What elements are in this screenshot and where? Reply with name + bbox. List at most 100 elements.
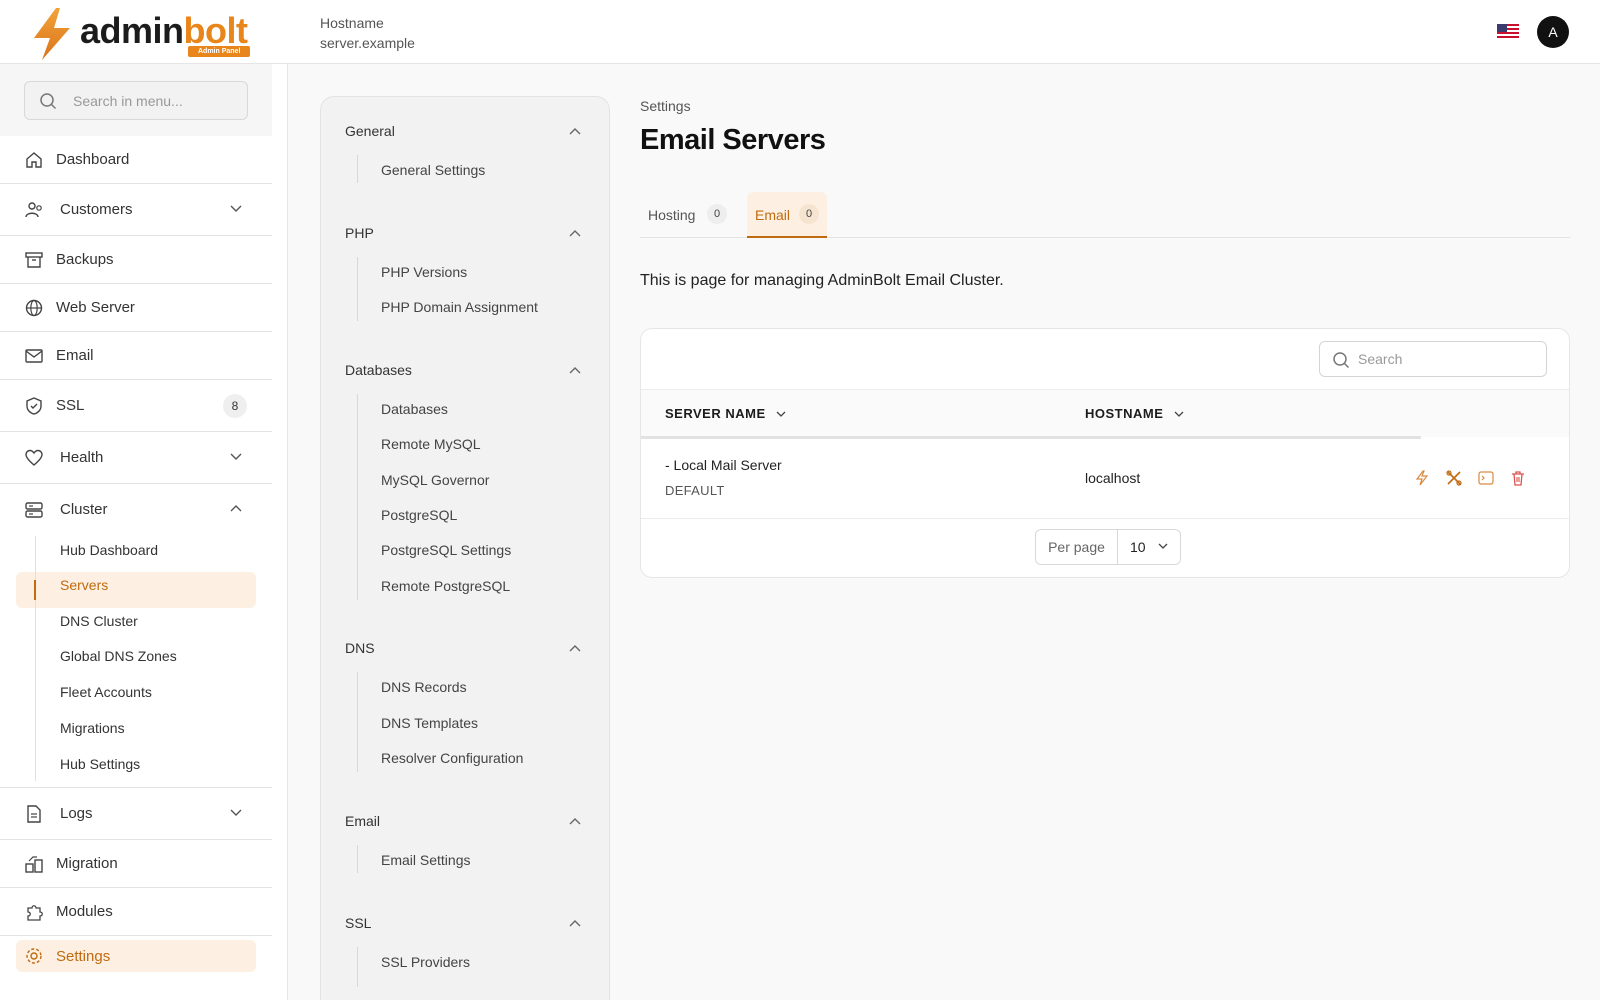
- tab-count-badge: 0: [707, 204, 727, 224]
- settings-nav-panel: General General Settings PHP PHP Version…: [320, 96, 610, 1000]
- user-avatar[interactable]: A: [1537, 16, 1569, 48]
- puzzle-icon: [27, 905, 43, 921]
- sort-chevron-icon: [1174, 411, 1183, 417]
- settings-item-php-versions[interactable]: PHP Versions: [381, 264, 467, 280]
- settings-item-remote-postgresql[interactable]: Remote PostgreSQL: [381, 578, 510, 594]
- section-title-general[interactable]: General: [345, 123, 395, 139]
- sidebar-item-backups[interactable]: Backups: [0, 236, 272, 284]
- settings-item-ssl-providers[interactable]: SSL Providers: [381, 954, 470, 970]
- table-search-box[interactable]: [1319, 341, 1547, 377]
- migration-icon: [25, 856, 43, 873]
- tab-label: Email: [755, 207, 791, 223]
- chevron-down-icon: [230, 205, 242, 212]
- settings-item-dns-templates[interactable]: DNS Templates: [381, 715, 478, 731]
- hostname-info: Hostname server.example: [320, 13, 415, 53]
- chevron-down-icon: [230, 453, 242, 460]
- bolt-action-icon[interactable]: [1413, 469, 1431, 487]
- terminal-action-icon[interactable]: [1477, 469, 1495, 487]
- submenu-item-global-dns-zones[interactable]: Global DNS Zones: [60, 648, 177, 664]
- section-title-databases[interactable]: Databases: [345, 362, 412, 378]
- sidebar-item-web-server[interactable]: Web Server: [0, 284, 272, 332]
- settings-item-mysql-governor[interactable]: MySQL Governor: [381, 472, 489, 488]
- settings-item-postgresql-settings[interactable]: PostgreSQL Settings: [381, 542, 511, 558]
- section-title-php[interactable]: PHP: [345, 225, 374, 241]
- sidebar-item-email[interactable]: Email: [0, 332, 272, 380]
- sidebar-item-label: Customers: [60, 201, 133, 218]
- chevron-up-icon[interactable]: [569, 229, 581, 237]
- sidebar-item-label: SSL: [56, 397, 85, 414]
- tab-email[interactable]: Email 0: [747, 192, 827, 238]
- hostname-label: Hostname: [320, 15, 384, 31]
- settings-item-dns-records[interactable]: DNS Records: [381, 679, 467, 695]
- section-title-ssl[interactable]: SSL: [345, 915, 371, 931]
- cluster-submenu: Hub Dashboard Servers DNS Cluster Global…: [0, 536, 272, 788]
- table-search-input[interactable]: [1358, 342, 1538, 376]
- sidebar-item-customers[interactable]: Customers: [0, 184, 272, 236]
- column-header-hostname[interactable]: HOSTNAME: [1085, 406, 1184, 421]
- submenu-item-fleet-accounts[interactable]: Fleet Accounts: [60, 684, 152, 700]
- submenu-item-servers[interactable]: Servers: [60, 577, 108, 593]
- tab-label: Hosting: [648, 207, 696, 223]
- sidebar-item-settings[interactable]: Settings: [0, 936, 272, 984]
- sidebar-item-modules[interactable]: Modules: [0, 888, 272, 936]
- submenu-item-migrations[interactable]: Migrations: [60, 720, 125, 736]
- settings-item-email-settings[interactable]: Email Settings: [381, 852, 470, 868]
- breadcrumb[interactable]: Settings: [640, 98, 691, 114]
- search-icon: [1333, 352, 1350, 369]
- active-item-highlight: [16, 572, 256, 608]
- settings-item-php-domain-assignment[interactable]: PHP Domain Assignment: [381, 299, 538, 315]
- home-icon: [26, 152, 42, 168]
- submenu-item-dns-cluster[interactable]: DNS Cluster: [60, 613, 138, 629]
- sidebar-item-health[interactable]: Health: [0, 432, 272, 484]
- settings-item-resolver-configuration[interactable]: Resolver Configuration: [381, 750, 523, 766]
- tab-hosting[interactable]: Hosting 0: [640, 192, 732, 238]
- section-line: [357, 155, 358, 183]
- sidebar-item-cluster[interactable]: Cluster: [0, 484, 272, 536]
- search-icon: [40, 93, 57, 110]
- chevron-up-icon[interactable]: [569, 644, 581, 652]
- table-header: SERVER NAME HOSTNAME: [641, 389, 1569, 439]
- tools-action-icon[interactable]: [1445, 469, 1463, 487]
- sidebar-item-label: Settings: [56, 948, 111, 965]
- section-title-email[interactable]: Email: [345, 813, 380, 829]
- sidebar-item-label: Modules: [56, 903, 113, 920]
- settings-item-general-settings[interactable]: General Settings: [381, 162, 485, 178]
- brand-badge: Admin Panel: [188, 46, 251, 57]
- section-title-dns[interactable]: DNS: [345, 640, 375, 656]
- sidebar-item-dashboard[interactable]: Dashboard: [0, 136, 272, 184]
- globe-icon: [25, 299, 43, 317]
- per-page-select[interactable]: 10: [1118, 530, 1180, 564]
- sidebar-search-box[interactable]: [24, 81, 248, 120]
- column-header-server-name[interactable]: SERVER NAME: [665, 406, 786, 421]
- per-page-label: Per page: [1036, 530, 1118, 564]
- trash-action-icon[interactable]: [1509, 469, 1527, 487]
- settings-item-databases[interactable]: Databases: [381, 401, 448, 417]
- sidebar-item-logs[interactable]: Logs: [0, 788, 272, 840]
- brand-logo[interactable]: adminbolt Admin Panel: [30, 6, 260, 62]
- chevron-down-icon: [1158, 543, 1168, 549]
- default-tag: DEFAULT: [665, 483, 725, 498]
- sidebar-item-label: Logs: [60, 805, 93, 822]
- submenu-item-hub-settings[interactable]: Hub Settings: [60, 756, 140, 772]
- submenu-item-hub-dashboard[interactable]: Hub Dashboard: [60, 542, 158, 558]
- sidebar-item-label: Email: [56, 347, 94, 364]
- tab-bar: Hosting 0 Email 0: [640, 192, 1570, 238]
- sidebar-item-ssl[interactable]: SSL 8: [0, 380, 272, 432]
- sidebar-item-label: Migration: [56, 855, 118, 872]
- section-line: [357, 845, 358, 873]
- sidebar-item-label: Backups: [56, 251, 114, 268]
- chevron-up-icon[interactable]: [569, 817, 581, 825]
- sort-chevron-icon: [776, 411, 786, 417]
- gear-icon: [26, 948, 42, 964]
- chevron-up-icon[interactable]: [569, 127, 581, 135]
- sidebar-item-migration[interactable]: Migration: [0, 840, 272, 888]
- settings-item-remote-mysql[interactable]: Remote MySQL: [381, 436, 481, 452]
- section-line: [357, 947, 358, 987]
- sidebar-search-input[interactable]: [73, 82, 238, 119]
- chevron-up-icon[interactable]: [569, 919, 581, 927]
- servers-table-card: SERVER NAME HOSTNAME - Local Mail Server…: [640, 328, 1570, 578]
- us-flag-icon[interactable]: [1497, 24, 1519, 38]
- chevron-up-icon[interactable]: [569, 366, 581, 374]
- table-row[interactable]: - Local Mail Server DEFAULT localhost: [641, 439, 1569, 519]
- settings-item-postgresql[interactable]: PostgreSQL: [381, 507, 457, 523]
